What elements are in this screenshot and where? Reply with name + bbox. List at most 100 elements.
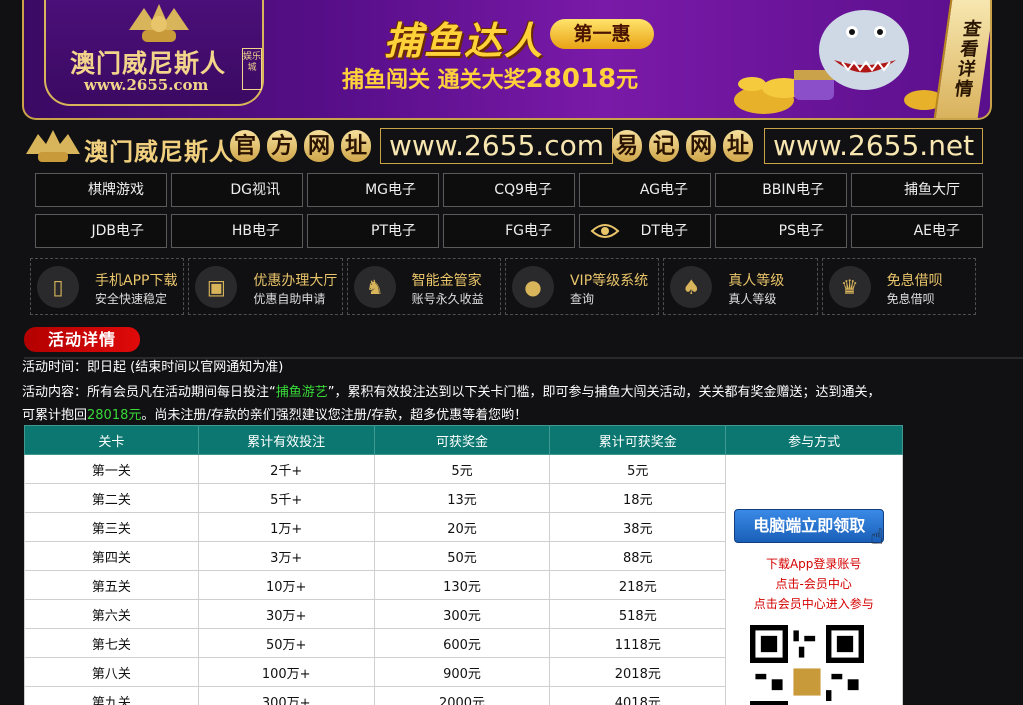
feature-title: 智能金管家	[411, 273, 482, 289]
feature-loan[interactable]: ♛ 免息借呗 免息借呗	[821, 258, 976, 315]
table-cell: 10万+	[197, 570, 375, 600]
game-link-ag[interactable]: AG电子	[579, 173, 711, 207]
feature-sub: 免息借呗	[886, 292, 935, 306]
money-bag-icon: ●	[511, 266, 554, 308]
trophy-icon: ♛	[828, 266, 871, 308]
shark-coins-icon	[734, 10, 944, 114]
official-url-link[interactable]: www.2655.com	[380, 128, 613, 164]
feature-sub: 安全快速稳定	[95, 292, 168, 306]
game-category-grid: 棋牌游戏 DG视讯 MG电子 CQ9电子 AG电子 BBIN电子 捕鱼大厅 JD…	[35, 173, 983, 248]
pointer-hand-icon: ☝	[870, 525, 884, 550]
table-cell: 第三关	[24, 512, 199, 542]
table-cell: 1118元	[549, 628, 727, 658]
table-header: 累计可获奖金	[549, 425, 727, 455]
feature-title: 真人等级	[728, 273, 785, 289]
feature-vip[interactable]: ● VIP等级系统 查询	[504, 258, 660, 315]
activity-content: 活动内容：所有会员凡在活动期间每日投注“捕鱼游艺”，累积有效投注达到以下关卡门槛…	[22, 381, 881, 400]
feature-title: 免息借呗	[886, 273, 943, 289]
official-char: 官	[230, 130, 260, 162]
table-cell: 100万+	[197, 657, 375, 687]
activity-time: 活动时间：即日起 (结束时间以官网通知为准)	[22, 360, 284, 375]
cards-icon: ♠	[670, 266, 713, 308]
promo-title: 捕鱼达人	[384, 19, 545, 63]
easy-char: 记	[649, 130, 679, 162]
table-cell: 50元	[373, 541, 551, 571]
easy-char: 网	[686, 130, 716, 162]
game-link-dg[interactable]: DG视讯	[171, 173, 303, 207]
dt-logo-icon	[590, 224, 620, 238]
instruction-note: 下载App登录账号	[765, 557, 862, 571]
content-suffix: ”，累积有效投注达到以下关卡门槛，即可参与捕鱼大闯关活动，关关都有奖金赠送；达到…	[327, 385, 881, 400]
feature-promo-hall[interactable]: ▣ 优惠办理大厅 优惠自助申请	[188, 258, 343, 315]
easy-char: 址	[723, 130, 753, 162]
line2-amount: 28018元	[87, 408, 142, 423]
table-cell: 300万+	[197, 686, 375, 705]
promo-badge: 第一惠	[550, 19, 654, 49]
pc-claim-button[interactable]: 电脑端立即领取	[734, 509, 885, 543]
table-header: 关卡	[24, 425, 199, 455]
table-header-row: 关卡 累计有效投注 可获奖金 累计可获奖金 参与方式	[24, 425, 903, 455]
feature-app-download[interactable]: ▯ 手机APP下载 安全快速稳定	[30, 258, 185, 315]
logo-tag: 娱乐城	[242, 48, 262, 90]
table-cell: 218元	[549, 570, 727, 600]
table-cell: 4018元	[549, 686, 727, 705]
table-cell: 5元	[549, 454, 727, 484]
table-cell: 第八关	[24, 657, 199, 687]
game-link-jdb[interactable]: JDB电子	[35, 214, 167, 248]
activity-content-line2: 可累计抱回28018元。尚未注册/存款的亲们强烈建议您注册/存款，超多优惠等着您…	[22, 404, 527, 423]
winged-lion-icon	[129, 4, 189, 42]
game-link-pt[interactable]: PT电子	[307, 214, 439, 248]
activity-tab[interactable]: 活动详情	[24, 327, 140, 352]
feature-title: 优惠办理大厅	[253, 273, 338, 289]
butler-icon: ♞	[353, 266, 396, 308]
logo-url: www.2655.com	[84, 76, 209, 94]
game-link-dt-label: DT电子	[640, 223, 688, 239]
table-cell: 38元	[549, 512, 727, 542]
game-link-mg[interactable]: MG电子	[307, 173, 439, 207]
game-link-hb[interactable]: HB电子	[171, 214, 303, 248]
feature-live-level[interactable]: ♠ 真人等级 真人等级	[663, 258, 818, 315]
table-cell: 第九关	[24, 686, 199, 705]
brand-logo[interactable]: 澳门威尼斯人 娱乐城 www.2655.com	[44, 0, 264, 106]
feature-title: 手机APP下载	[95, 273, 178, 289]
table-cell: 13元	[373, 483, 551, 513]
feature-sub: 账号永久收益	[411, 292, 484, 306]
official-url-bar: 澳门威尼斯人 官 方 网 址 www.2655.com 易 记 网 址 www.…	[22, 128, 992, 166]
line2-suffix: 。尚未注册/存款的亲们强烈建议您注册/存款，超多优惠等着您哟！	[141, 408, 528, 423]
official-char: 网	[304, 130, 334, 162]
game-link-fg[interactable]: FG电子	[443, 214, 575, 248]
table-cell: 第一关	[24, 454, 199, 484]
table-header: 累计有效投注	[197, 425, 375, 455]
official-char: 方	[267, 130, 297, 162]
game-link-cq9[interactable]: CQ9电子	[443, 173, 575, 207]
game-link-dt[interactable]: DT电子	[579, 214, 711, 248]
table-cell: 第七关	[24, 628, 199, 658]
content-prefix: 活动内容：所有会员凡在活动期间每日投注“	[22, 385, 276, 400]
table-cell: 第二关	[24, 483, 199, 513]
game-link-fishing[interactable]: 捕鱼大厅	[851, 173, 983, 207]
easy-url-link[interactable]: www.2655.net	[764, 128, 984, 164]
game-link-ps[interactable]: PS电子	[715, 214, 847, 248]
game-link-ae[interactable]: AE电子	[851, 214, 983, 248]
content-highlight: 捕鱼游艺	[275, 385, 328, 400]
game-link-bbin[interactable]: BBIN电子	[715, 173, 847, 207]
feature-butler[interactable]: ♞ 智能金管家 账号永久收益	[346, 258, 501, 315]
table-cell: 18元	[549, 483, 727, 513]
promo-sub-prefix: 捕鱼闯关 通关大奖	[342, 68, 526, 93]
feature-sub: 真人等级	[728, 292, 777, 306]
table-cell: 20元	[373, 512, 551, 542]
feature-title: VIP等级系统	[569, 273, 649, 289]
logo-brand-name: 澳门威尼斯人	[70, 49, 227, 78]
feature-sub: 优惠自助申请	[253, 292, 326, 306]
feature-row: ▯ 手机APP下载 安全快速稳定 ▣ 优惠办理大厅 优惠自助申请 ♞ 智能金管家…	[30, 258, 976, 315]
game-link-qipai[interactable]: 棋牌游戏	[35, 173, 167, 207]
official-char: 址	[341, 130, 371, 162]
table-header: 参与方式	[725, 425, 903, 455]
qr-code-icon[interactable]	[750, 625, 865, 705]
line2-prefix: 可累计抱回	[22, 408, 88, 423]
reward-table: 关卡 累计有效投注 可获奖金 累计可获奖金 参与方式 第一关 2千+ 5元 5元…	[24, 425, 903, 705]
easy-char: 易	[612, 130, 642, 162]
mobile-app-icon: ▯	[37, 266, 79, 308]
table-cell: 88元	[549, 541, 727, 571]
promo-banner[interactable]: 澳门威尼斯人 娱乐城 www.2655.com 捕鱼达人 第一惠 捕鱼闯关 通关…	[22, 0, 992, 120]
